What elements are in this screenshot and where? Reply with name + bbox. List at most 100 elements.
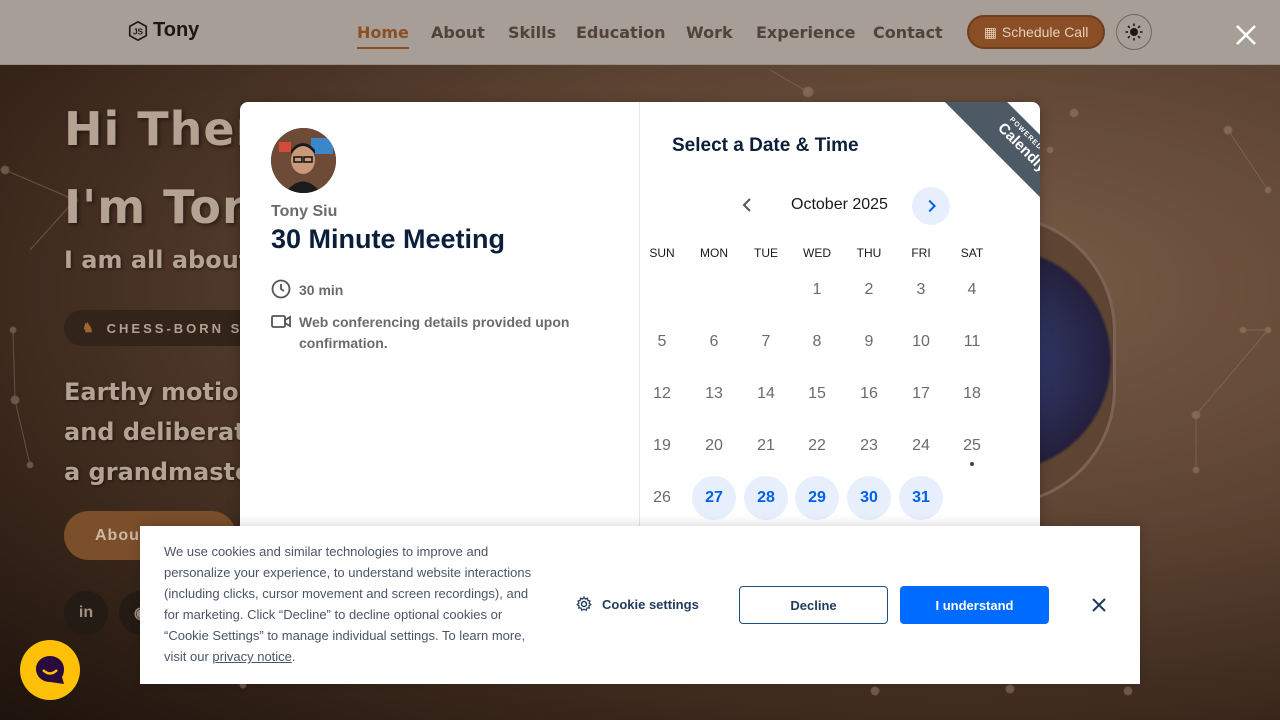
calendar-day-number: 8 <box>812 333 822 350</box>
calendar-day-number: 21 <box>757 437 775 454</box>
calendar-day-number: 15 <box>808 385 826 402</box>
calendar-day-number: 4 <box>967 281 977 298</box>
calendar-day: 17 <box>899 372 943 416</box>
weekday-header: FRI <box>911 246 931 260</box>
calendar-day-number: 2 <box>864 281 874 298</box>
avatar <box>271 128 336 193</box>
calendar-day-number: 1 <box>812 281 822 298</box>
nav-experience[interactable]: Experience <box>756 23 856 42</box>
calendar-day-number: 17 <box>912 385 930 402</box>
calendar-day-number: 31 <box>912 489 930 506</box>
host-name: Tony Siu <box>271 203 338 220</box>
calendar-day-number: 19 <box>653 437 671 454</box>
chat-bubble-icon <box>36 656 64 684</box>
duration-row: 30 min <box>271 279 344 301</box>
select-date-title: Select a Date & Time <box>672 135 859 156</box>
weekday-header: SUN <box>649 246 675 260</box>
calendar-day-number: 30 <box>860 489 878 506</box>
calendar-day: 2 <box>847 268 891 312</box>
chat-widget-button[interactable] <box>20 640 80 700</box>
calendar-day: 11 <box>950 320 994 364</box>
close-modal-icon[interactable] <box>1234 23 1258 47</box>
weekday-header: WED <box>803 246 831 260</box>
duration-text: 30 min <box>299 282 344 298</box>
calendar-icon: ▦ <box>983 23 997 40</box>
calendar-day-number: 7 <box>761 333 771 350</box>
decline-button[interactable]: Decline <box>739 586 888 624</box>
event-details-pane: Tony Siu 30 Minute Meeting 30 min Web co… <box>240 102 640 542</box>
calendar-day: 21 <box>744 424 788 468</box>
close-icon[interactable] <box>1090 596 1108 614</box>
ribbon-brand-text: Calendly <box>994 119 1040 176</box>
calendar-day-number: 18 <box>963 385 981 402</box>
calendar-day: 20 <box>692 424 736 468</box>
theme-toggle-button[interactable] <box>1116 14 1152 50</box>
gear-icon <box>576 596 592 612</box>
weekday-header: SAT <box>960 246 984 260</box>
cookie-suffix: . <box>291 649 296 664</box>
nav-about[interactable]: About <box>431 23 485 42</box>
schedule-call-label: Schedule Call <box>1001 24 1089 40</box>
schedule-call-button[interactable]: ▦ Schedule Call <box>967 15 1105 49</box>
privacy-notice-link[interactable]: privacy notice <box>212 649 291 664</box>
calendar-day: 10 <box>899 320 943 364</box>
calendar-day-number: 13 <box>705 385 723 402</box>
top-navbar: JS Tony Home About Skills Education Work… <box>0 0 1280 65</box>
video-camera-icon <box>271 315 291 328</box>
calendar-day: 1 <box>795 268 839 312</box>
sun-icon <box>1125 23 1143 41</box>
calendar-day-available[interactable]: 27 <box>692 476 736 520</box>
calendar-day-number: 29 <box>808 489 826 506</box>
nav-home[interactable]: Home <box>357 23 409 49</box>
calendar-day: 6 <box>692 320 736 364</box>
calendar-day: 18 <box>950 372 994 416</box>
calendar-day-number: 24 <box>912 437 930 454</box>
calendar-day: 3 <box>899 268 943 312</box>
calendar-day: 13 <box>692 372 736 416</box>
calendar-day-number: 16 <box>860 385 878 402</box>
calendar-day-number: 27 <box>705 489 723 506</box>
js-hexagon-icon: JS <box>128 20 148 41</box>
calendar-day-number: 11 <box>963 333 981 350</box>
nav-skills[interactable]: Skills <box>508 23 556 42</box>
calendar-day: 16 <box>847 372 891 416</box>
chevron-left-icon[interactable] <box>738 195 758 215</box>
month-label: October 2025 <box>791 196 888 213</box>
calendar-day-number: 22 <box>808 437 826 454</box>
logo-text: Tony <box>153 19 200 41</box>
calendar-day-number: 12 <box>653 385 671 402</box>
weekday-header: THU <box>856 246 882 260</box>
cookie-text: We use cookies and similar technologies … <box>164 541 536 667</box>
calendar-day: 8 <box>795 320 839 364</box>
calendar-day: 19 <box>640 424 684 468</box>
calendar-day-number: 5 <box>657 333 667 350</box>
calendar-day-available[interactable]: 31 <box>899 476 943 520</box>
clock-icon <box>271 279 291 299</box>
site-logo[interactable]: JS Tony <box>127 19 199 42</box>
nav-contact[interactable]: Contact <box>873 23 943 42</box>
today-indicator <box>970 462 974 466</box>
nav-work[interactable]: Work <box>686 23 733 42</box>
svg-text:JS: JS <box>133 27 144 36</box>
accept-cookies-button[interactable]: I understand <box>900 586 1049 624</box>
calendar-day-number: 6 <box>709 333 719 350</box>
calendar-day-available[interactable]: 28 <box>744 476 788 520</box>
calendar-day: 9 <box>847 320 891 364</box>
calendar-day-available[interactable]: 30 <box>847 476 891 520</box>
calendar-day-available[interactable]: 29 <box>795 476 839 520</box>
chevron-right-icon <box>928 199 937 213</box>
calendar-day: 23 <box>847 424 891 468</box>
calendar-day-number: 25 <box>963 437 981 454</box>
nav-education[interactable]: Education <box>576 23 666 42</box>
calendar-day: 25 <box>950 424 994 468</box>
calendar-day: 24 <box>899 424 943 468</box>
cookie-settings-button[interactable]: Cookie settings <box>576 596 699 612</box>
powered-by-calendly-ribbon[interactable]: POWERED BY Calendly <box>940 102 1040 246</box>
calendar-day: 14 <box>744 372 788 416</box>
calendly-modal: Tony Siu 30 Minute Meeting 30 min Web co… <box>240 102 1040 542</box>
calendar-day: 4 <box>950 268 994 312</box>
calendar-day-number: 10 <box>912 333 930 350</box>
calendar-day: 7 <box>744 320 788 364</box>
calendar-day: 12 <box>640 372 684 416</box>
calendar-day-number: 9 <box>864 333 874 350</box>
